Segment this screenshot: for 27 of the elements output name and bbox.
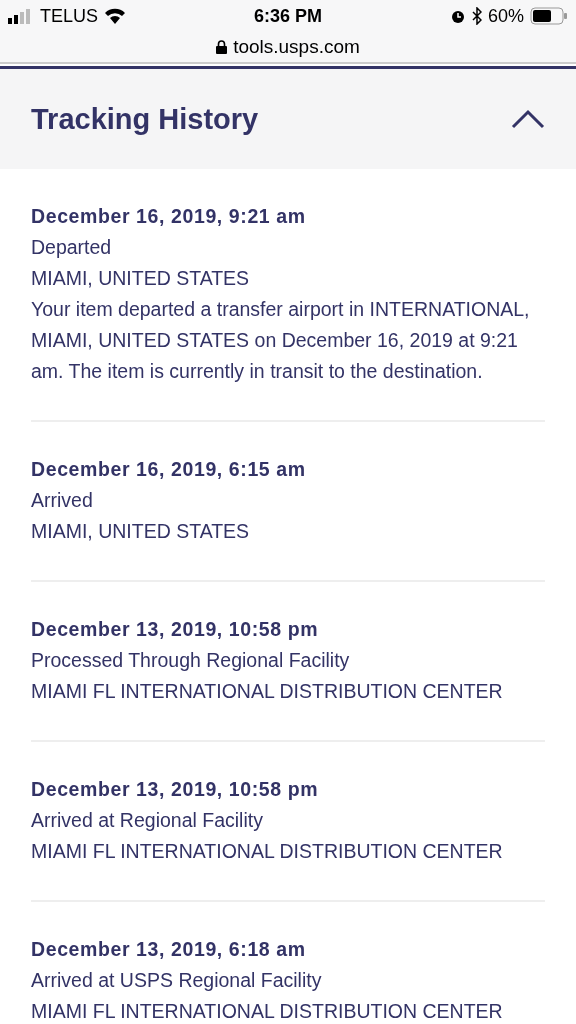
event-detail: Your item departed a transfer airport in INTERNATIONAL, MIAMI, UNITED STATES on December 16, 2019 at 9:21 am. The item is currently in transit to the destination. (31, 297, 531, 384)
event-location: MIAMI, UNITED STATES (31, 519, 251, 544)
wifi-icon (104, 8, 127, 24)
alarm-icon (449, 8, 466, 24)
event-date: December 16, 2019, 9:21 am (31, 204, 307, 229)
event-status: Arrived (31, 488, 94, 513)
event-location: MIAMI FL INTERNATIONAL DISTRIBUTION CENTER (31, 839, 504, 864)
section-title: Tracking History (31, 102, 259, 136)
carrier-name: TELUS (40, 5, 99, 27)
event-status: Processed Through Regional Facility (31, 648, 351, 673)
event-date: December 13, 2019, 10:58 pm (31, 777, 320, 802)
page-url[interactable]: tools.usps.com (233, 36, 360, 58)
event-date: December 13, 2019, 6:18 am (31, 937, 307, 962)
clock-time: 6:36 PM (254, 5, 322, 27)
event-location: MIAMI FL INTERNATIONAL DISTRIBUTION CENTER (31, 999, 504, 1024)
event-location: MIAMI, UNITED STATES (31, 266, 251, 291)
event-status: Departed (31, 235, 113, 260)
event-status: Arrived at USPS Regional Facility (31, 968, 323, 993)
event-date: December 13, 2019, 10:58 pm (31, 617, 320, 642)
event-date: December 16, 2019, 6:15 am (31, 457, 307, 482)
lock-icon (216, 40, 228, 54)
bluetooth-icon (471, 7, 482, 25)
battery-icon (530, 7, 568, 25)
collapse-chevron-icon[interactable] (511, 109, 545, 129)
event-location: MIAMI FL INTERNATIONAL DISTRIBUTION CENTER (31, 679, 504, 704)
event-status: Arrived at Regional Facility (31, 808, 264, 833)
battery-percent: 60% (487, 5, 524, 27)
